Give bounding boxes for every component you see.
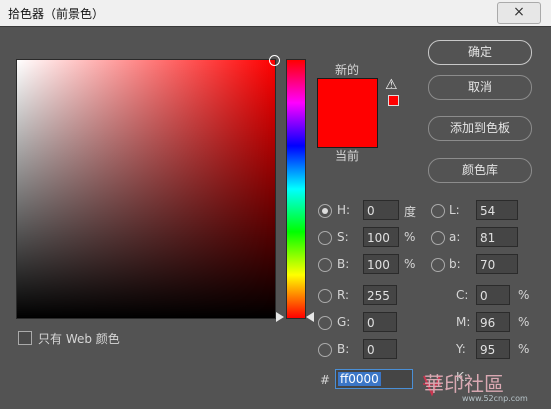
hue-slider-left-arrow-icon[interactable] (276, 312, 284, 322)
input-h[interactable]: 0 (363, 200, 399, 220)
cancel-button[interactable]: 取消 (428, 75, 532, 100)
hex-hash-label: # (320, 373, 331, 387)
unit-y: % (518, 342, 530, 356)
label-l: L: (449, 203, 460, 217)
out-of-gamut-warning-icon[interactable]: ⚠ (385, 77, 398, 93)
input-m[interactable]: 96 (476, 312, 510, 332)
ok-button[interactable]: 确定 (428, 40, 532, 65)
label-b-lab: b: (449, 257, 461, 271)
input-r[interactable]: 255 (363, 285, 397, 305)
unit-m: % (518, 315, 530, 329)
radio-s[interactable] (318, 231, 332, 245)
web-colors-only-checkbox[interactable] (18, 331, 32, 345)
input-b-lab[interactable]: 70 (476, 254, 518, 274)
label-s: S: (337, 230, 349, 244)
label-m: M: (456, 315, 471, 329)
color-preview-swatch (317, 78, 378, 148)
unit-c: % (518, 288, 530, 302)
hue-slider-right-arrow-icon[interactable] (306, 312, 314, 322)
watermark-text: 華印社區 (424, 372, 504, 396)
gamut-correction-swatch[interactable] (388, 95, 399, 106)
label-c: C: (456, 288, 469, 302)
unit-h: 度 (404, 205, 417, 219)
title-bar: 拾色器（前景色） × (0, 0, 551, 27)
label-y: Y: (456, 342, 466, 356)
new-color-label: 新的 (334, 63, 359, 77)
label-b-hsb: B: (337, 257, 350, 271)
input-g[interactable]: 0 (363, 312, 397, 332)
radio-g[interactable] (318, 316, 332, 330)
color-libraries-button[interactable]: 颜色库 (428, 158, 532, 183)
hex-value-selected: ff0000 (338, 372, 381, 386)
current-color-label: 当前 (334, 149, 359, 163)
window-title: 拾色器（前景色） (8, 7, 105, 21)
radio-r[interactable] (318, 289, 332, 303)
input-b-rgb[interactable]: 0 (363, 339, 397, 359)
label-b-rgb: B: (337, 342, 350, 356)
hue-slider[interactable] (286, 59, 306, 319)
color-field-cursor[interactable] (269, 55, 280, 66)
input-s[interactable]: 100 (363, 227, 399, 247)
radio-l[interactable] (431, 204, 445, 218)
unit-s: % (404, 230, 416, 244)
input-l[interactable]: 54 (476, 200, 518, 220)
close-button[interactable]: × (497, 2, 541, 24)
radio-b-hsb[interactable] (318, 258, 332, 272)
input-a[interactable]: 81 (476, 227, 518, 247)
unit-b-hsb: % (404, 257, 416, 271)
input-b-hsb[interactable]: 100 (363, 254, 399, 274)
label-g: G: (337, 315, 351, 329)
input-y[interactable]: 95 (476, 339, 510, 359)
color-field[interactable] (16, 55, 280, 319)
watermark-url: www.52cnp.com (462, 394, 528, 403)
label-h: H: (337, 203, 351, 217)
radio-b-rgb[interactable] (318, 343, 332, 357)
radio-h[interactable] (318, 204, 332, 218)
add-to-swatches-button[interactable]: 添加到色板 (428, 116, 532, 141)
radio-b-lab[interactable] (431, 258, 445, 272)
input-c[interactable]: 0 (476, 285, 510, 305)
label-a: a: (449, 230, 461, 244)
label-r: R: (337, 288, 350, 302)
web-colors-only-label: 只有 Web 颜色 (38, 332, 120, 346)
radio-a[interactable] (431, 231, 445, 245)
hex-input[interactable]: ff0000 (335, 369, 413, 389)
